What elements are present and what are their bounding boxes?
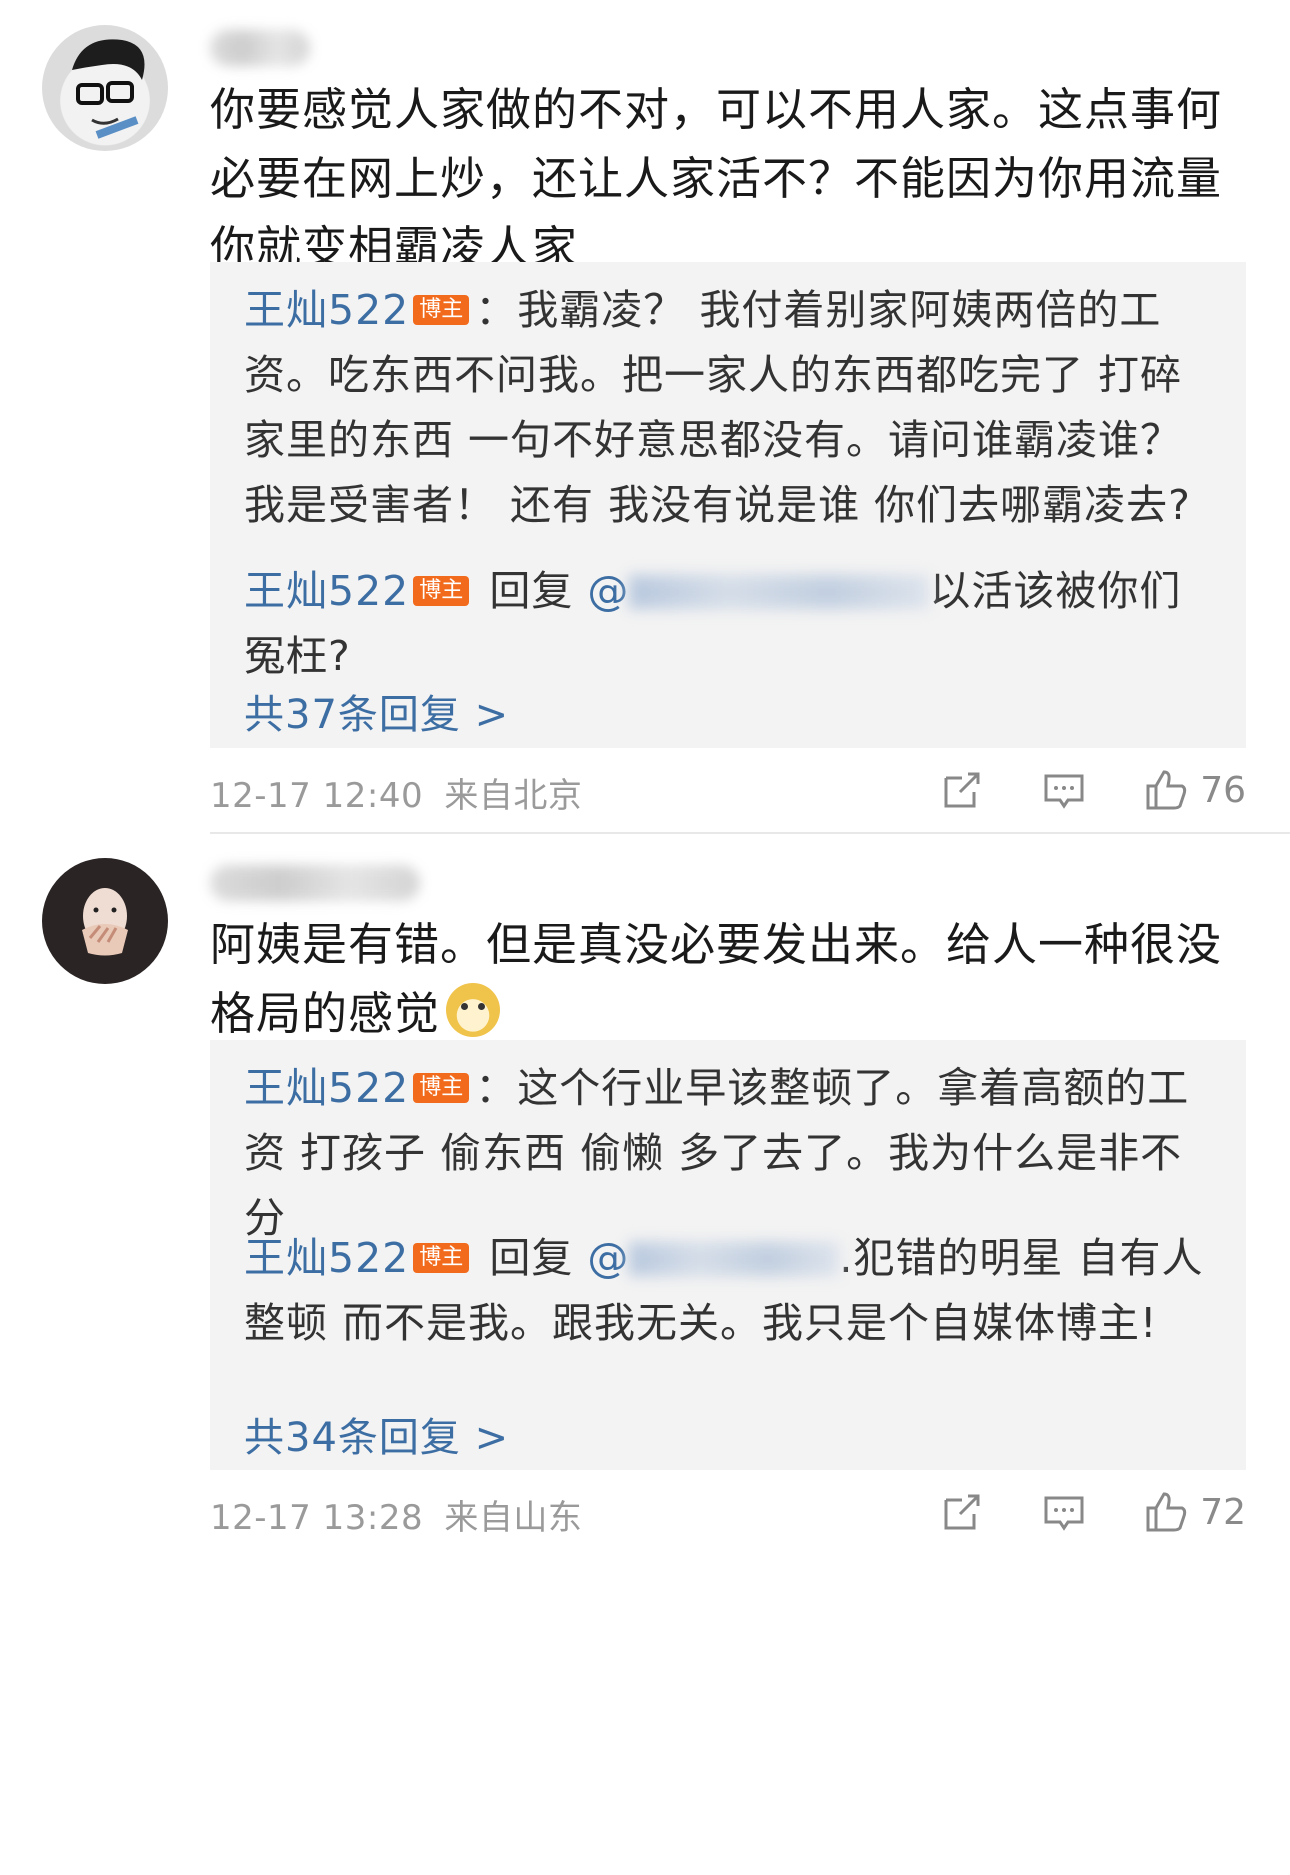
comment-location: 来自山东 [444,1498,583,1538]
comment-meta: 12-17 12:40 来自北京 [210,768,582,817]
blogger-badge: 博主 [413,1073,470,1103]
mention-blurred[interactable] [629,1242,840,1276]
user-avatar[interactable] [42,25,168,151]
view-more-replies[interactable]: 共34条回复 > [244,1405,509,1463]
comment-text: 你要感觉人家做的不对，可以不用人家。这点事何必要在网上炒，还让人家活不？不能因为… [210,83,1223,274]
mention-at[interactable]: @ [587,567,629,615]
comment-actions: 76 [882,765,1246,815]
view-more-replies[interactable]: 共37条回复 > [244,682,509,740]
reply-box[interactable]: 王灿522 博主 ：这个行业早该整顿了。拿着高额的工资 打孩子 偷东西 偷懒 多了去… [210,1040,1246,1470]
user-avatar[interactable] [42,858,168,984]
comment-icon[interactable] [1042,768,1086,812]
comment-location: 来自北京 [444,776,583,816]
share-icon[interactable] [940,768,984,812]
like-count: 76 [1200,769,1246,811]
comment-actions: 72 [882,1487,1246,1537]
comment-item: 阿姨是有错。但是真没必要发出来。给人一种很没格局的感觉 王灿522 博主 ：这个行业… [0,835,1290,1875]
comment-text: 阿姨是有错。但是真没必要发出来。给人一种很没格局的感觉 [210,910,1240,1048]
comment-icon[interactable] [1042,1490,1086,1534]
comment-time: 12-17 13:28 [210,1498,424,1538]
blogger-badge: 博主 [413,576,470,606]
mention-blurred[interactable] [629,575,930,609]
like-icon[interactable] [1144,768,1188,812]
comment-item: 你要感觉人家做的不对，可以不用人家。这点事何必要在网上炒，还让人家活不？不能因为… [0,0,1290,835]
comment-meta: 12-17 13:28 来自山东 [210,1490,582,1539]
reply-author[interactable]: 王灿522 [244,567,409,615]
reply-box[interactable]: 王灿522 博主 ：我霸凌？ 我付着别家阿姨两倍的工资。吃东西不问我。把一家人的东西… [210,262,1246,748]
username-blurred[interactable] [210,30,310,66]
reply-author[interactable]: 王灿522 [244,1064,409,1112]
like-icon[interactable] [1144,1490,1188,1534]
blogger-badge: 博主 [413,1243,470,1273]
reply-word: 回复 [489,1234,574,1282]
reply-item: 王灿522 博主 ：这个行业早该整顿了。拿着高额的工资 打孩子 偷东西 偷懒 多了去… [244,1056,1214,1251]
username-blurred[interactable] [210,865,420,901]
mention-at[interactable]: @ [587,1234,629,1282]
reply-author[interactable]: 王灿522 [244,286,409,334]
reply-colon: ： [475,286,518,334]
blogger-badge: 博主 [413,295,470,325]
reply-item: 王灿522 博主 ：我霸凌？ 我付着别家阿姨两倍的工资。吃东西不问我。把一家人的东西… [244,278,1214,538]
reply-item: 王灿522 博主 回复 @ 以活该被你们冤枉? [244,559,1214,689]
comment-time: 12-17 12:40 [210,776,424,816]
reply-author[interactable]: 王灿522 [244,1234,409,1282]
like-count: 72 [1200,1491,1246,1533]
reply-word: 回复 [489,567,574,615]
reply-item: 王灿522 博主 回复 @ .犯错的明星 自有人整顿 而不是我。跟我无关。我只是个自… [244,1226,1214,1356]
comment-text-content: 阿姨是有错。但是真没必要发出来。给人一种很没格局的感觉 [210,918,1223,1040]
reply-colon: ： [475,1064,518,1112]
doge-emoji-icon [446,983,501,1037]
share-icon[interactable] [940,1490,984,1534]
comment-divider [210,832,1290,834]
